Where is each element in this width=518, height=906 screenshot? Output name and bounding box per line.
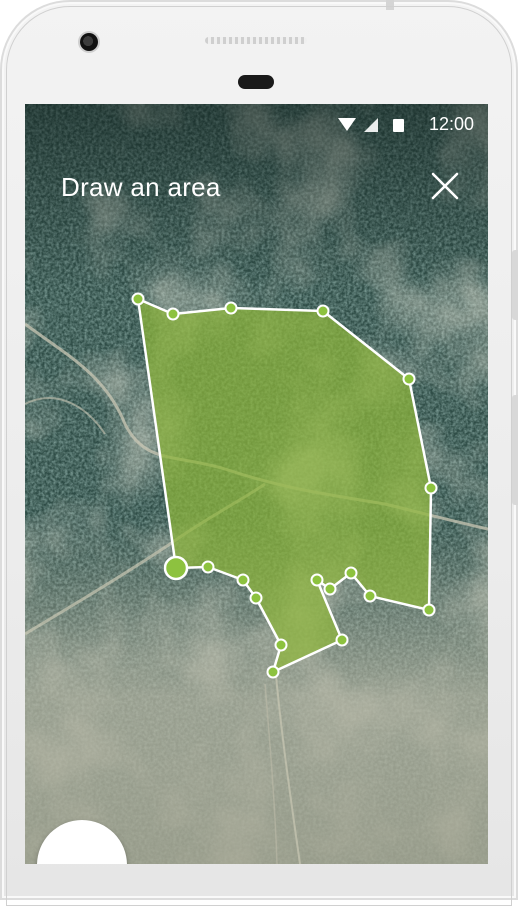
vertex-handle[interactable] [335,633,349,647]
front-camera [80,33,98,51]
wifi-icon [338,118,356,131]
vertex-handle[interactable] [402,372,416,386]
earpiece [238,75,274,89]
vertex-handles[interactable] [131,292,438,679]
speaker-grill [205,37,307,44]
vertex-handle[interactable] [224,301,238,315]
page-title: Draw an area [61,172,221,202]
vertex-handle[interactable] [131,292,145,306]
vertex-handle[interactable] [316,304,330,318]
vertex-handle[interactable] [422,603,436,617]
volume-button [512,250,518,320]
satellite-map[interactable] [25,104,488,864]
power-button [512,395,518,505]
vertex-handle[interactable] [274,638,288,652]
app-bar: Draw an area [25,162,488,218]
close-icon[interactable] [430,171,460,201]
vertex-handle[interactable] [166,307,180,321]
screen: 12:00 Draw an area [25,104,488,864]
phone-frame: 12:00 Draw an area [0,0,518,900]
status-icons [338,118,404,132]
vertex-handle-active[interactable] [163,555,189,581]
battery-icon [393,119,404,132]
vertex-handle[interactable] [310,573,324,587]
vertex-handle[interactable] [323,582,337,596]
floating-action-button[interactable] [37,820,127,864]
vertex-handle[interactable] [424,481,438,495]
cell-signal-icon [364,118,378,132]
phone-top-edge [386,0,394,10]
vertex-handle[interactable] [249,591,263,605]
status-bar: 12:00 [25,104,488,144]
status-time: 12:00 [428,114,474,134]
vertex-handle[interactable] [363,589,377,603]
vertex-handle[interactable] [236,573,250,587]
vertex-handle[interactable] [344,566,358,580]
vertex-handle[interactable] [201,560,215,574]
vertex-handle[interactable] [266,665,280,679]
drawn-area-polygon[interactable] [136,297,433,674]
